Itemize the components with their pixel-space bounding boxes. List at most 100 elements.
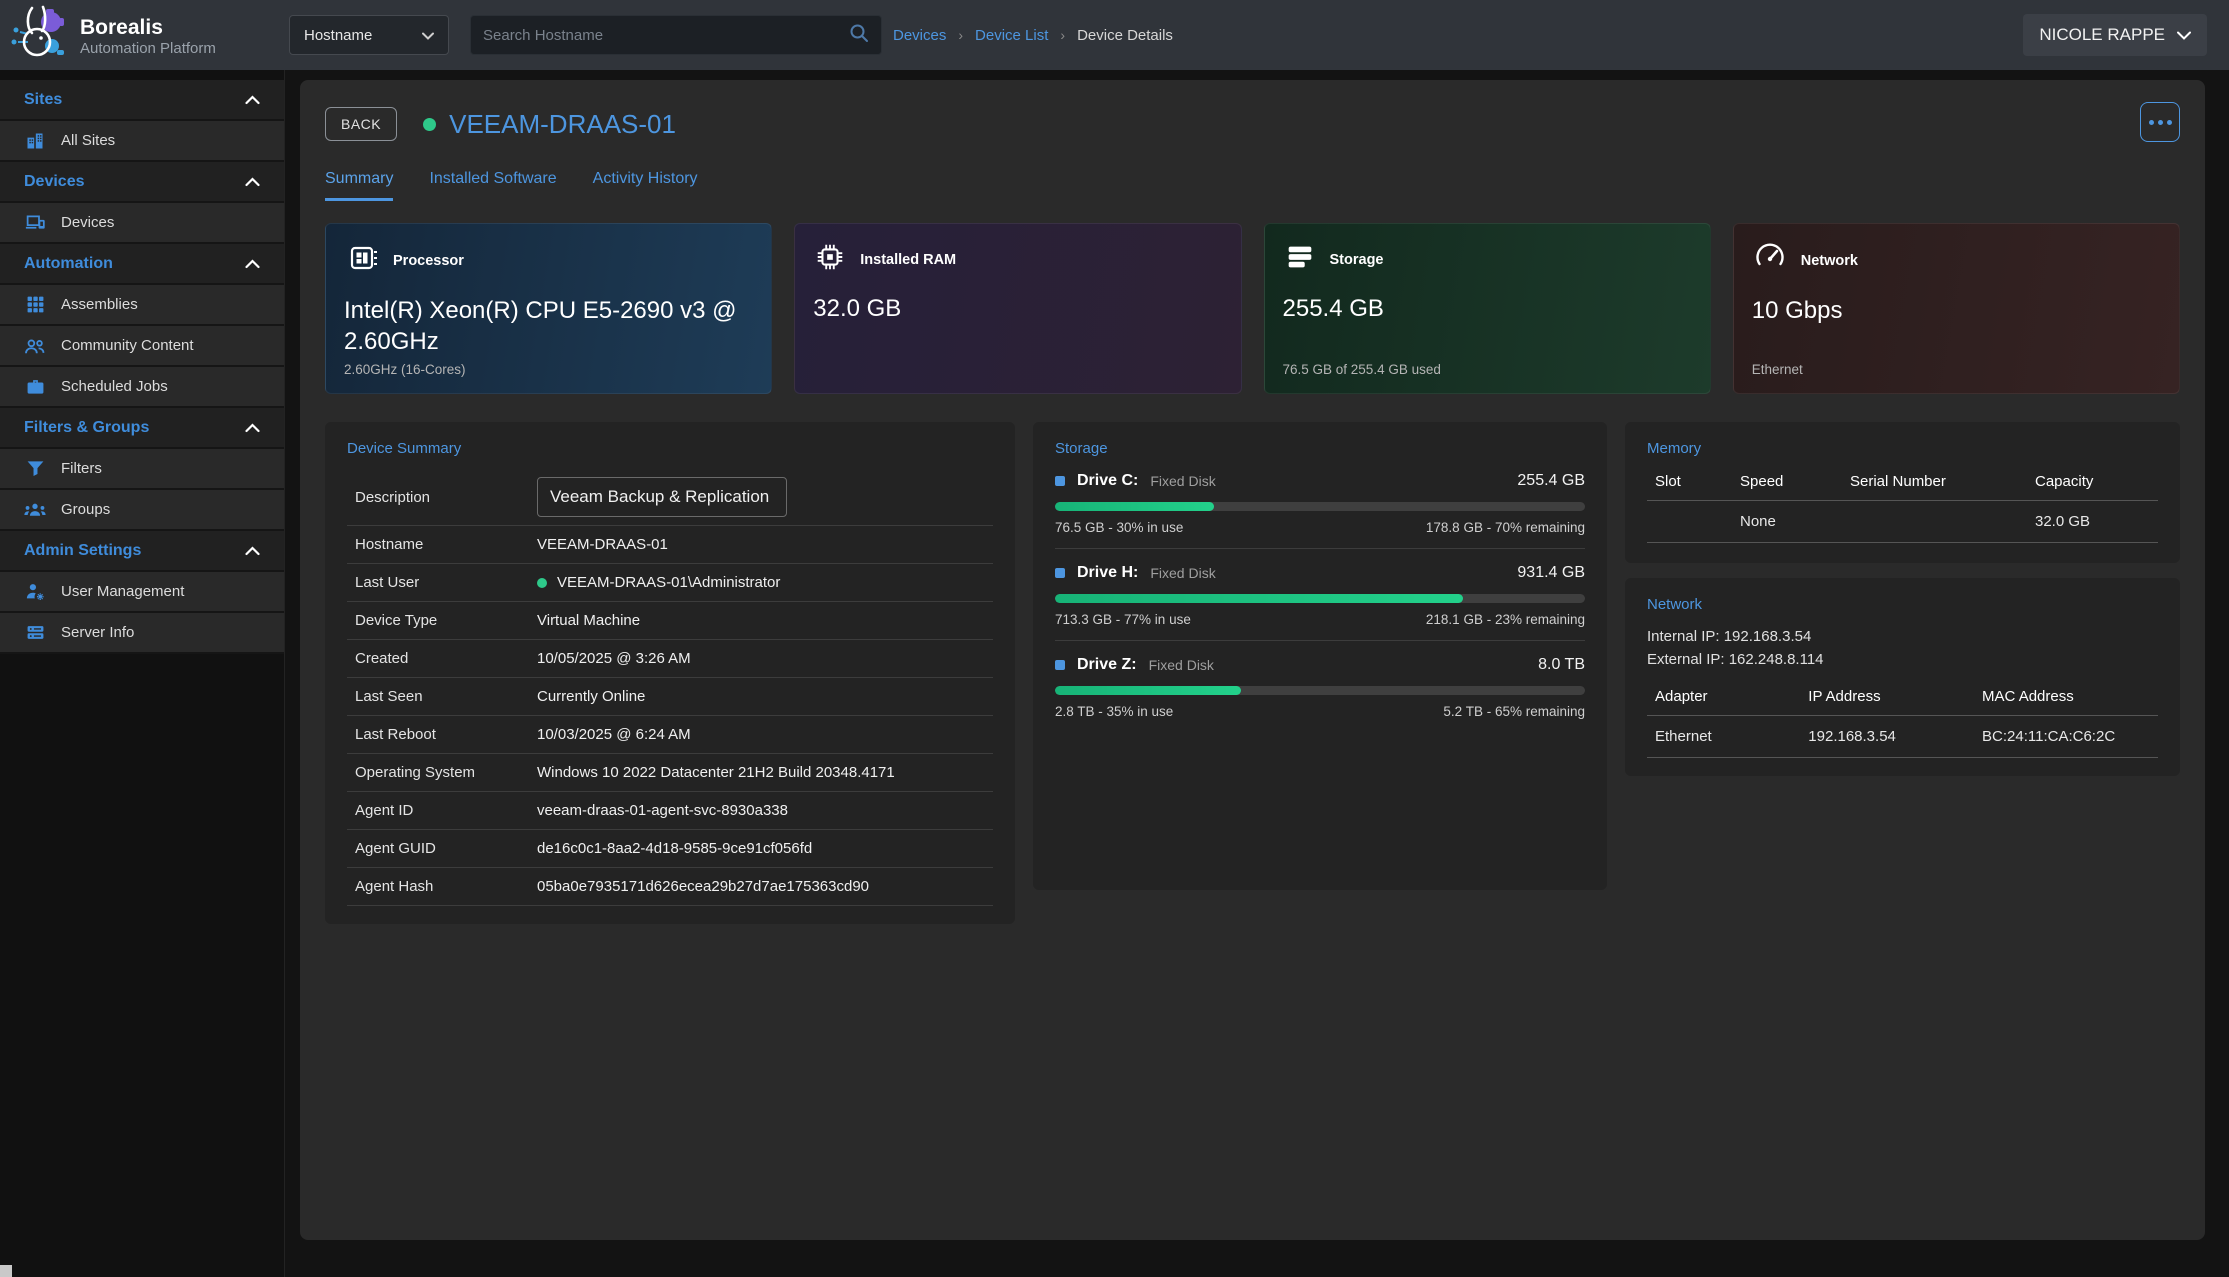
drive-used-text: 713.3 GB - 77% in use	[1055, 612, 1191, 627]
external-ip: External IP: 162.248.8.114	[1647, 648, 2158, 671]
chevron-up-icon	[245, 259, 260, 269]
chevron-up-icon	[245, 423, 260, 433]
summary-row-agent-id: Agent ID veeam-draas-01-agent-svc-8930a3…	[347, 792, 993, 830]
back-button[interactable]: BACK	[325, 107, 397, 141]
memory-panel: Memory Slot Speed Serial Number Capacity…	[1625, 422, 2180, 563]
briefcase-icon	[24, 376, 46, 398]
sidebar-section-filters-groups[interactable]: Filters & Groups	[0, 408, 284, 449]
search-box	[470, 15, 882, 55]
card-title: Storage	[1330, 252, 1384, 268]
breadcrumb-device-list[interactable]: Device List	[975, 27, 1048, 44]
card-subtitle: 76.5 GB of 255.4 GB used	[1283, 362, 1441, 377]
borealis-rabbit-logo-icon	[8, 2, 70, 71]
hostname-filter-dropdown[interactable]: Hostname	[289, 15, 449, 55]
sidebar-section-devices[interactable]: Devices	[0, 162, 284, 203]
sidebar-item-devices[interactable]: Devices	[0, 203, 284, 244]
device-details-panel: BACK VEEAM-DRAAS-01 Summary Installed So…	[300, 80, 2205, 1240]
drive-usage-bar	[1055, 594, 1585, 603]
table-row: 192.168.3.54	[1800, 716, 1974, 758]
user-name: NICOLE RAPPE	[2039, 25, 2165, 45]
summary-row-last-user: Last User VEEAM-DRAAS-01\Administrator	[347, 564, 993, 602]
tab-summary[interactable]: Summary	[325, 170, 393, 201]
drive-row-h: Drive H: Fixed Disk 931.4 GB 713.3 GB - …	[1055, 549, 1585, 641]
tab-activity-history[interactable]: Activity History	[593, 170, 698, 201]
gauge-icon	[1752, 240, 1788, 281]
chevron-up-icon	[245, 95, 260, 105]
breadcrumb-separator: ›	[1060, 27, 1065, 43]
devices-icon	[24, 212, 46, 234]
description-input[interactable]	[537, 477, 787, 517]
internal-ip: Internal IP: 192.168.3.54	[1647, 625, 2158, 648]
summary-row-device-type: Device Type Virtual Machine	[347, 602, 993, 640]
sidebar-item-label: Devices	[61, 214, 114, 231]
server-stack-icon	[1283, 240, 1317, 279]
scrollbar-thumb[interactable]	[0, 1265, 12, 1277]
network-adapters-table: Adapter IP Address MAC Address Ethernet …	[1647, 688, 2158, 758]
cpu-icon	[344, 240, 380, 281]
groups-icon	[24, 499, 46, 521]
table-row: Ethernet	[1647, 716, 1800, 758]
sidebar-item-label: Assemblies	[61, 296, 138, 313]
summary-row-hostname: Hostname VEEAM-DRAAS-01	[347, 526, 993, 564]
processor-card: Processor Intel(R) Xeon(R) CPU E5-2690 v…	[325, 223, 772, 394]
storage-card: Storage 255.4 GB 76.5 GB of 255.4 GB use…	[1264, 223, 1711, 394]
search-icon[interactable]	[849, 23, 869, 48]
card-subtitle: Ethernet	[1752, 362, 1803, 377]
sidebar-item-all-sites[interactable]: All Sites	[0, 121, 284, 162]
sidebar-item-label: All Sites	[61, 132, 115, 149]
sidebar-item-label: Scheduled Jobs	[61, 378, 168, 395]
sidebar-item-user-management[interactable]: User Management	[0, 572, 284, 613]
drive-usage-bar	[1055, 686, 1585, 695]
summary-row-last-reboot: Last Reboot 10/03/2025 @ 6:24 AM	[347, 716, 993, 754]
filter-funnel-icon	[24, 458, 46, 480]
sidebar-item-label: Groups	[61, 501, 110, 518]
card-value: 255.4 GB	[1283, 293, 1692, 324]
summary-row-operating-system: Operating System Windows 10 2022 Datacen…	[347, 754, 993, 792]
sidebar-item-filters[interactable]: Filters	[0, 449, 284, 490]
user-menu-button[interactable]: NICOLE RAPPE	[2023, 14, 2207, 56]
breadcrumb-device-details: Device Details	[1077, 27, 1173, 44]
panel-title: Memory	[1647, 440, 2158, 457]
more-actions-button[interactable]	[2140, 102, 2180, 142]
card-title: Processor	[393, 253, 464, 269]
drive-remaining-text: 5.2 TB - 65% remaining	[1443, 704, 1585, 719]
tab-installed-software[interactable]: Installed Software	[429, 170, 556, 201]
card-title: Network	[1801, 253, 1858, 269]
brand-tagline: Automation Platform	[80, 40, 216, 57]
sidebar-item-scheduled-jobs[interactable]: Scheduled Jobs	[0, 367, 284, 408]
online-status-dot	[423, 118, 436, 131]
sidebar-item-assemblies[interactable]: Assemblies	[0, 285, 284, 326]
card-value: 10 Gbps	[1752, 295, 2161, 326]
summary-row-agent-guid: Agent GUID de16c0c1-8aa2-4d18-9585-9ce91…	[347, 830, 993, 868]
chevron-down-icon	[2177, 25, 2191, 45]
breadcrumb-separator: ›	[958, 27, 963, 43]
drive-row-c: Drive C: Fixed Disk 255.4 GB 76.5 GB - 3…	[1055, 457, 1585, 549]
drive-bullet-icon	[1055, 476, 1065, 486]
card-title: Installed RAM	[860, 252, 956, 268]
stat-cards: Processor Intel(R) Xeon(R) CPU E5-2690 v…	[325, 223, 2180, 394]
sidebar-item-label: Filters	[61, 460, 102, 477]
drive-bullet-icon	[1055, 660, 1065, 670]
online-status-dot	[537, 578, 547, 588]
drive-used-text: 76.5 GB - 30% in use	[1055, 520, 1183, 535]
sidebar: Sites All Sites Devices Devices Automati…	[0, 70, 285, 1277]
card-value: 32.0 GB	[813, 293, 1222, 324]
device-tabs: Summary Installed Software Activity Hist…	[325, 170, 2180, 201]
sidebar-item-groups[interactable]: Groups	[0, 490, 284, 531]
breadcrumb-devices[interactable]: Devices	[893, 27, 946, 44]
sidebar-section-admin-settings[interactable]: Admin Settings	[0, 531, 284, 572]
drive-usage-bar	[1055, 502, 1585, 511]
grid-icon	[24, 294, 46, 316]
sidebar-item-community-content[interactable]: Community Content	[0, 326, 284, 367]
sidebar-section-sites[interactable]: Sites	[0, 80, 284, 121]
search-input[interactable]	[483, 27, 849, 44]
device-header: BACK VEEAM-DRAAS-01	[325, 102, 2180, 146]
installed-ram-card: Installed RAM 32.0 GB	[794, 223, 1241, 394]
sidebar-item-server-info[interactable]: Server Info	[0, 613, 284, 654]
table-row: BC:24:11:CA:C6:2C	[1974, 716, 2158, 758]
panel-title: Device Summary	[347, 440, 993, 457]
sidebar-section-automation[interactable]: Automation	[0, 244, 284, 285]
network-card: Network 10 Gbps Ethernet	[1733, 223, 2180, 394]
summary-row-created: Created 10/05/2025 @ 3:26 AM	[347, 640, 993, 678]
chevron-up-icon	[245, 546, 260, 556]
